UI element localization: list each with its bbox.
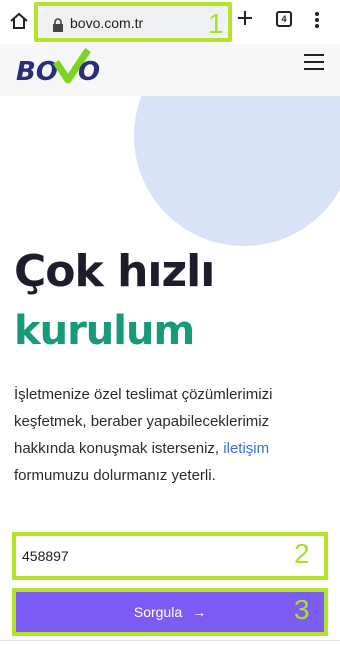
hamburger-menu-icon[interactable]	[304, 54, 324, 72]
desc-text-2: formumuzu dolurmanız yeterli.	[14, 467, 216, 484]
svg-text:BO: BO	[16, 57, 58, 87]
url-text: bovo.com.tr	[70, 15, 144, 31]
plus-icon[interactable]	[236, 8, 254, 30]
hero-title-line1: Çok hızlı	[14, 246, 215, 297]
tabs-icon[interactable]: 4	[276, 11, 292, 27]
tracking-code-input[interactable]	[22, 542, 292, 570]
divider	[0, 640, 340, 641]
hero-title-line2: kurulum	[14, 308, 195, 354]
bovo-logo[interactable]: BO O	[16, 48, 116, 90]
decorative-circle	[134, 96, 340, 246]
home-icon[interactable]	[8, 10, 30, 32]
annotation-label: 3	[294, 594, 310, 625]
address-bar-inner: bovo.com.tr 1	[40, 8, 226, 39]
hero-section: Çok hızlı kurulum İşletmenize özel tesli…	[0, 96, 340, 646]
address-bar[interactable]: bovo.com.tr 1	[34, 2, 232, 42]
annotation-label: 1	[208, 8, 224, 39]
sorgula-button[interactable]: Sorgula →	[16, 592, 324, 632]
overflow-menu-icon[interactable]	[310, 10, 324, 32]
svg-text:O: O	[78, 57, 100, 87]
browser-toolbar: bovo.com.tr 1 4	[0, 0, 340, 44]
hero-description: İşletmenize özel teslimat çözümlerimizi …	[14, 381, 326, 489]
lock-icon	[52, 17, 64, 32]
site-header: BO O	[0, 44, 340, 96]
contact-link[interactable]: iletişim	[223, 440, 269, 457]
arrow-right-icon: →	[192, 604, 207, 620]
annotation-label: 2	[294, 538, 310, 569]
submit-wrapper: Sorgula → 3	[12, 588, 328, 636]
submit-label: Sorgula	[133, 604, 183, 620]
tracking-input-wrapper: 2	[12, 532, 328, 580]
